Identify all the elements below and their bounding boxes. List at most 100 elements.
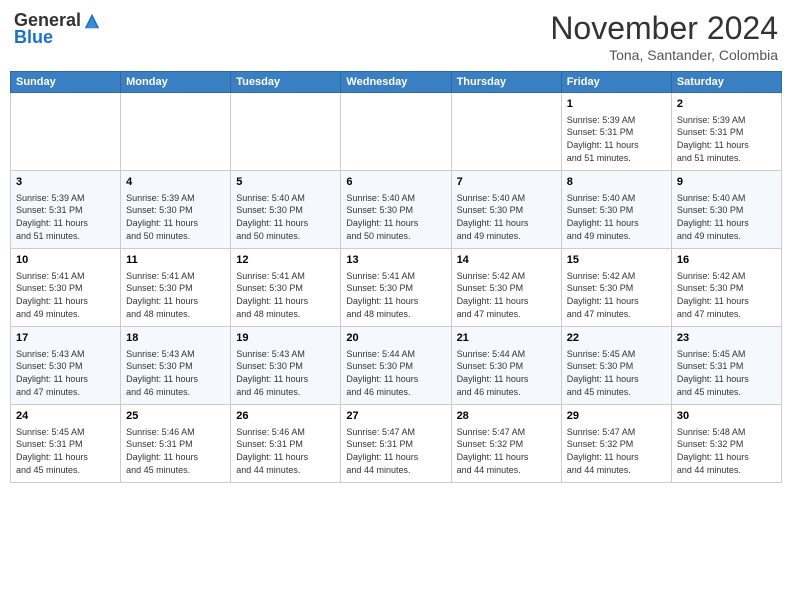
calendar-cell: 18Sunrise: 5:43 AM Sunset: 5:30 PM Dayli…: [121, 327, 231, 405]
calendar-cell: 8 Sunrise: 5:40 AM Sunset: 5:30 PM Daylig…: [561, 171, 671, 249]
calendar-cell: 6 Sunrise: 5:40 AM Sunset: 5:30 PM Daylig…: [341, 171, 451, 249]
day-number: 15: [567, 253, 666, 268]
calendar-cell: 24 Sunrise: 5:45 AM Sunset: 5:31 PM Dayli…: [11, 405, 121, 483]
day-number: 24: [16, 409, 115, 424]
calendar-cell: 3 Sunrise: 5:39 AM Sunset: 5:31 PM Daylig…: [11, 171, 121, 249]
day-number: 28: [457, 409, 556, 424]
column-header-friday: Friday: [561, 72, 671, 93]
calendar-header-row: SundayMondayTuesdayWednesdayThursdayFrid…: [11, 72, 782, 93]
calendar-cell: 29 Sunrise: 5:47 AM Sunset: 5:32 PM Dayli…: [561, 405, 671, 483]
day-number: 30: [677, 409, 776, 424]
logo-blue-text: Blue: [14, 27, 53, 48]
day-info: Sunrise: 5:39 AM Sunset: 5:30 PM Dayligh…: [126, 192, 225, 242]
day-number: 20: [346, 331, 445, 346]
day-number: 6: [346, 175, 445, 190]
calendar-cell: 4 Sunrise: 5:39 AM Sunset: 5:30 PM Daylig…: [121, 171, 231, 249]
day-number: 5: [236, 175, 335, 190]
page: General Blue November 2024 Tona, Santand…: [0, 0, 792, 612]
calendar-cell: 17 Sunrise: 5:43 AM Sunset: 5:30 PM Dayli…: [11, 327, 121, 405]
day-info: Sunrise: 5:44 AM Sunset: 5:30 PM Dayligh…: [346, 348, 445, 398]
calendar-cell: [11, 93, 121, 171]
day-number: 19: [236, 331, 335, 346]
calendar-cell: 21 Sunrise: 5:44 AM Sunset: 5:30 PM Dayli…: [451, 327, 561, 405]
day-info: Sunrise: 5:45 AM Sunset: 5:31 PM Dayligh…: [16, 426, 115, 476]
day-number: 14: [457, 253, 556, 268]
day-info: Sunrise: 5:39 AM Sunset: 5:31 PM Dayligh…: [567, 114, 666, 164]
day-info: Sunrise: 5:40 AM Sunset: 5:30 PM Dayligh…: [567, 192, 666, 242]
day-number: 4: [126, 175, 225, 190]
day-number: 1: [567, 97, 666, 112]
day-number: 13: [346, 253, 445, 268]
day-info: Sunrise: 5:48 AM Sunset: 5:32 PM Dayligh…: [677, 426, 776, 476]
week-row-1: 1 Sunrise: 5:39 AM Sunset: 5:31 PM Daylig…: [11, 93, 782, 171]
location: Tona, Santander, Colombia: [550, 47, 778, 63]
calendar-cell: 1 Sunrise: 5:39 AM Sunset: 5:31 PM Daylig…: [561, 93, 671, 171]
calendar-cell: 10Sunrise: 5:41 AM Sunset: 5:30 PM Dayli…: [11, 249, 121, 327]
day-info: Sunrise: 5:47 AM Sunset: 5:31 PM Dayligh…: [346, 426, 445, 476]
day-info: Sunrise: 5:43 AM Sunset: 5:30 PM Dayligh…: [126, 348, 225, 398]
day-number: 11: [126, 253, 225, 268]
day-info: Sunrise: 5:40 AM Sunset: 5:30 PM Dayligh…: [346, 192, 445, 242]
title-section: November 2024 Tona, Santander, Colombia: [550, 10, 778, 63]
column-header-sunday: Sunday: [11, 72, 121, 93]
day-number: 10: [16, 253, 115, 268]
day-info: Sunrise: 5:40 AM Sunset: 5:30 PM Dayligh…: [236, 192, 335, 242]
day-info: Sunrise: 5:41 AM Sunset: 5:30 PM Dayligh…: [236, 270, 335, 320]
day-info: Sunrise: 5:45 AM Sunset: 5:30 PM Dayligh…: [567, 348, 666, 398]
day-number: 2: [677, 97, 776, 112]
day-number: 29: [567, 409, 666, 424]
day-number: 22: [567, 331, 666, 346]
day-info: Sunrise: 5:47 AM Sunset: 5:32 PM Dayligh…: [567, 426, 666, 476]
day-info: Sunrise: 5:42 AM Sunset: 5:30 PM Dayligh…: [457, 270, 556, 320]
day-info: Sunrise: 5:39 AM Sunset: 5:31 PM Dayligh…: [16, 192, 115, 242]
day-info: Sunrise: 5:44 AM Sunset: 5:30 PM Dayligh…: [457, 348, 556, 398]
day-number: 9: [677, 175, 776, 190]
day-number: 23: [677, 331, 776, 346]
calendar-cell: 14 Sunrise: 5:42 AM Sunset: 5:30 PM Dayli…: [451, 249, 561, 327]
day-info: Sunrise: 5:42 AM Sunset: 5:30 PM Dayligh…: [677, 270, 776, 320]
calendar-cell: 9 Sunrise: 5:40 AM Sunset: 5:30 PM Daylig…: [671, 171, 781, 249]
month-title: November 2024: [550, 10, 778, 47]
calendar-cell: [121, 93, 231, 171]
day-info: Sunrise: 5:40 AM Sunset: 5:30 PM Dayligh…: [457, 192, 556, 242]
week-row-4: 17 Sunrise: 5:43 AM Sunset: 5:30 PM Dayli…: [11, 327, 782, 405]
day-info: Sunrise: 5:43 AM Sunset: 5:30 PM Dayligh…: [236, 348, 335, 398]
calendar-cell: 19 Sunrise: 5:43 AM Sunset: 5:30 PM Dayli…: [231, 327, 341, 405]
day-number: 27: [346, 409, 445, 424]
day-info: Sunrise: 5:45 AM Sunset: 5:31 PM Dayligh…: [677, 348, 776, 398]
calendar-cell: 7 Sunrise: 5:40 AM Sunset: 5:30 PM Daylig…: [451, 171, 561, 249]
day-info: Sunrise: 5:46 AM Sunset: 5:31 PM Dayligh…: [126, 426, 225, 476]
day-info: Sunrise: 5:43 AM Sunset: 5:30 PM Dayligh…: [16, 348, 115, 398]
day-number: 25: [126, 409, 225, 424]
column-header-wednesday: Wednesday: [341, 72, 451, 93]
day-number: 3: [16, 175, 115, 190]
calendar-cell: 11 Sunrise: 5:41 AM Sunset: 5:30 PM Dayli…: [121, 249, 231, 327]
calendar-cell: 27 Sunrise: 5:47 AM Sunset: 5:31 PM Dayli…: [341, 405, 451, 483]
column-header-thursday: Thursday: [451, 72, 561, 93]
logo-icon: [83, 12, 101, 30]
day-info: Sunrise: 5:39 AM Sunset: 5:31 PM Dayligh…: [677, 114, 776, 164]
day-number: 21: [457, 331, 556, 346]
calendar-cell: 20 Sunrise: 5:44 AM Sunset: 5:30 PM Dayli…: [341, 327, 451, 405]
calendar-cell: 16 Sunrise: 5:42 AM Sunset: 5:30 PM Dayli…: [671, 249, 781, 327]
calendar-cell: 2 Sunrise: 5:39 AM Sunset: 5:31 PM Daylig…: [671, 93, 781, 171]
day-info: Sunrise: 5:42 AM Sunset: 5:30 PM Dayligh…: [567, 270, 666, 320]
calendar-cell: [341, 93, 451, 171]
day-number: 8: [567, 175, 666, 190]
calendar-cell: 30 Sunrise: 5:48 AM Sunset: 5:32 PM Dayli…: [671, 405, 781, 483]
day-number: 17: [16, 331, 115, 346]
calendar-cell: 15 Sunrise: 5:42 AM Sunset: 5:30 PM Dayli…: [561, 249, 671, 327]
logo: General Blue: [14, 10, 101, 48]
column-header-monday: Monday: [121, 72, 231, 93]
day-number: 16: [677, 253, 776, 268]
calendar-cell: 22 Sunrise: 5:45 AM Sunset: 5:30 PM Dayli…: [561, 327, 671, 405]
calendar-cell: [231, 93, 341, 171]
day-number: 7: [457, 175, 556, 190]
day-info: Sunrise: 5:40 AM Sunset: 5:30 PM Dayligh…: [677, 192, 776, 242]
calendar-cell: 13Sunrise: 5:41 AM Sunset: 5:30 PM Dayli…: [341, 249, 451, 327]
day-info: Sunrise: 5:41 AM Sunset: 5:30 PM Dayligh…: [126, 270, 225, 320]
calendar: SundayMondayTuesdayWednesdayThursdayFrid…: [10, 71, 782, 483]
header: General Blue November 2024 Tona, Santand…: [10, 10, 782, 63]
week-row-2: 3 Sunrise: 5:39 AM Sunset: 5:31 PM Daylig…: [11, 171, 782, 249]
day-info: Sunrise: 5:47 AM Sunset: 5:32 PM Dayligh…: [457, 426, 556, 476]
